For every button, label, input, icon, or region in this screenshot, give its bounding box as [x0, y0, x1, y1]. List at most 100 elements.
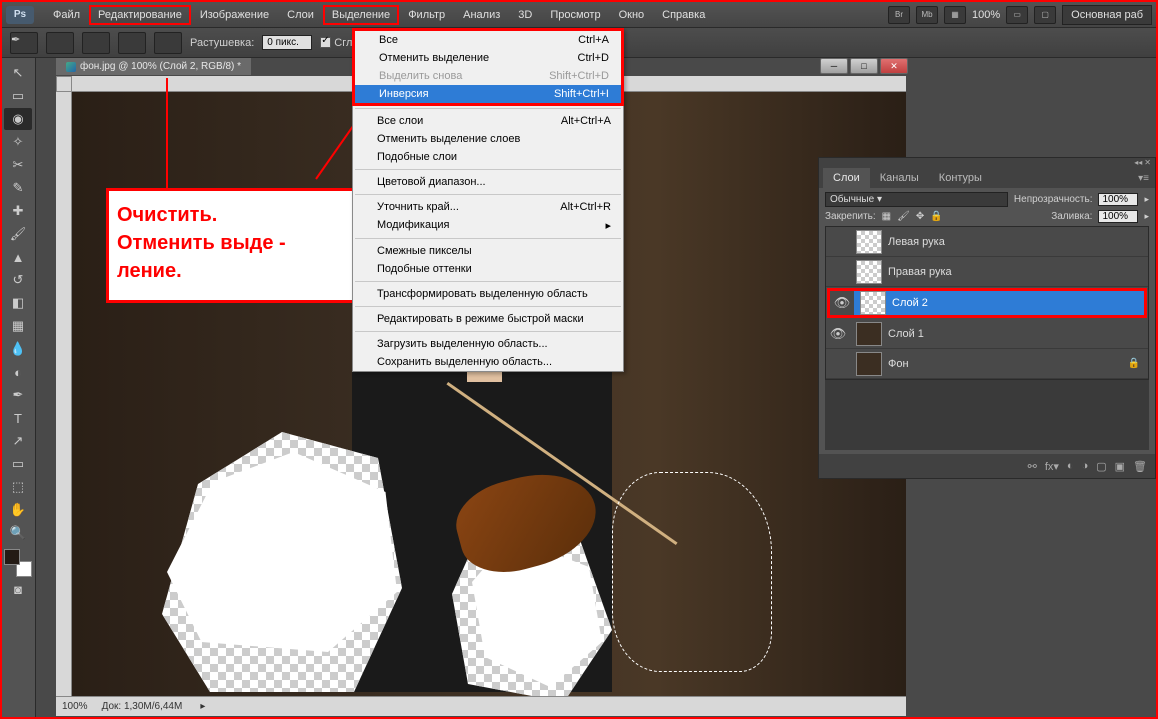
current-tool-icon[interactable]: ✒ [10, 32, 38, 54]
tab-paths[interactable]: Контуры [929, 168, 992, 188]
menu-item-редактировать-в-режиме-быстрой-маски[interactable]: Редактировать в режиме быстрой маски [353, 310, 623, 328]
path-tool-icon[interactable]: ↗ [4, 430, 32, 452]
workspace-switcher[interactable]: Основная раб [1062, 5, 1152, 25]
menu-item-загрузить-выделенную-область-[interactable]: Загрузить выделенную область... [353, 335, 623, 353]
menu-edit[interactable]: Редактирование [89, 5, 191, 25]
menu-item-все[interactable]: ВсеCtrl+A [355, 31, 621, 49]
color-swatches[interactable] [4, 549, 32, 577]
menu-item-все-слои[interactable]: Все слоиAlt+Ctrl+A [353, 112, 623, 130]
layer-row[interactable]: Левая рука [826, 227, 1148, 257]
view-extras-icon[interactable]: ▦ [944, 6, 966, 24]
menu-layers[interactable]: Слои [278, 5, 323, 25]
menu-item-модификация[interactable]: Модификация▸ [353, 216, 623, 235]
brush-tool-icon[interactable]: 🖌 [4, 223, 32, 245]
dodge-tool-icon[interactable]: ◐ [4, 361, 32, 383]
menu-view[interactable]: Просмотр [541, 5, 609, 25]
layer-thumbnail[interactable] [856, 322, 882, 346]
marquee-tool-icon[interactable]: ▭ [4, 85, 32, 107]
type-tool-icon[interactable]: T [4, 407, 32, 429]
blend-mode-select[interactable]: Обычные ▾ [825, 192, 1008, 207]
layer-name[interactable]: Фон [888, 358, 909, 370]
antialias-checkbox[interactable] [320, 37, 331, 48]
gradient-tool-icon[interactable]: ▦ [4, 315, 32, 337]
menu-select[interactable]: Выделение [323, 5, 399, 25]
zoom-level[interactable]: 100% [972, 9, 1000, 21]
layer-visibility-icon[interactable]: 👁 [830, 295, 854, 311]
adjustment-layer-icon[interactable]: ◑ [1082, 460, 1089, 472]
lock-transparency-icon[interactable]: ▦ [882, 211, 891, 222]
window-close-icon[interactable]: ✕ [880, 58, 908, 74]
lock-position-icon[interactable]: ✥ [916, 211, 924, 222]
menu-item-отменить-выделение[interactable]: Отменить выделениеCtrl+D [355, 49, 621, 67]
status-zoom[interactable]: 100% [62, 701, 88, 712]
bridge-icon[interactable]: Br [888, 6, 910, 24]
opacity-input[interactable]: 100% [1098, 193, 1138, 206]
layer-group-icon[interactable]: ▢ [1096, 460, 1106, 473]
link-layers-icon[interactable]: ⚯ [1028, 460, 1037, 473]
quickmask-icon[interactable]: ◙ [4, 578, 32, 600]
menu-item-подобные-оттенки[interactable]: Подобные оттенки [353, 260, 623, 278]
lasso-tool-icon[interactable]: ◉ [4, 108, 32, 130]
menu-item-цветовой-диапазон-[interactable]: Цветовой диапазон... [353, 173, 623, 191]
menu-item-трансформировать-выделенную-область[interactable]: Трансформировать выделенную область [353, 285, 623, 303]
delete-layer-icon[interactable]: 🗑 [1133, 460, 1147, 473]
lock-all-icon[interactable]: 🔒 [930, 211, 942, 222]
wand-tool-icon[interactable]: ✧ [4, 131, 32, 153]
layer-fx-icon[interactable]: fx▾ [1045, 460, 1059, 473]
layer-name[interactable]: Левая рука [888, 236, 945, 248]
menu-item-смежные-пикселы[interactable]: Смежные пикселы [353, 242, 623, 260]
panel-collapse-icon[interactable]: ◂◂ [1134, 158, 1142, 167]
fill-input[interactable]: 100% [1098, 210, 1138, 223]
window-minimize-icon[interactable]: ─ [820, 58, 848, 74]
layer-row[interactable]: Правая рука [826, 257, 1148, 287]
layer-name[interactable]: Слой 2 [892, 297, 928, 309]
menu-item-уточнить-край-[interactable]: Уточнить край...Alt+Ctrl+R [353, 198, 623, 216]
pen-tool-icon[interactable]: ✒ [4, 384, 32, 406]
layer-thumbnail[interactable] [860, 291, 886, 315]
menu-window[interactable]: Окно [610, 5, 654, 25]
hand-tool-icon[interactable]: ✋ [4, 499, 32, 521]
stamp-tool-icon[interactable]: ▲ [4, 246, 32, 268]
shape-tool-icon[interactable]: ▭ [4, 453, 32, 475]
menu-image[interactable]: Изображение [191, 5, 278, 25]
layer-row[interactable]: Фон🔒 [826, 349, 1148, 379]
minibridge-icon[interactable]: Mb [916, 6, 938, 24]
feather-input[interactable]: 0 пикс. [262, 35, 312, 50]
lock-image-icon[interactable]: 🖌 [897, 211, 910, 222]
selection-mode-add-icon[interactable] [82, 32, 110, 54]
history-brush-tool-icon[interactable]: ↺ [4, 269, 32, 291]
arrange-icon[interactable]: ▭ [1006, 6, 1028, 24]
layer-mask-icon[interactable]: ◐ [1067, 460, 1074, 472]
menu-help[interactable]: Справка [653, 5, 714, 25]
menu-item-подобные-слои[interactable]: Подобные слои [353, 148, 623, 166]
layer-visibility-icon[interactable]: 👁 [826, 326, 850, 342]
crop-tool-icon[interactable]: ✂ [4, 154, 32, 176]
panel-close-icon[interactable]: ✕ [1144, 158, 1151, 167]
tab-channels[interactable]: Каналы [870, 168, 929, 188]
document-tab[interactable]: фон.jpg @ 100% (Слой 2, RGB/8) * [56, 58, 251, 75]
layer-name[interactable]: Слой 1 [888, 328, 924, 340]
zoom-tool-icon[interactable]: 🔍 [4, 522, 32, 544]
eyedropper-tool-icon[interactable]: ✎ [4, 177, 32, 199]
layer-thumbnail[interactable] [856, 260, 882, 284]
layer-row[interactable]: 👁 Слой 2 [827, 288, 1147, 318]
selection-mode-intersect-icon[interactable] [154, 32, 182, 54]
menu-item-отменить-выделение-слоев[interactable]: Отменить выделение слоев [353, 130, 623, 148]
menu-analysis[interactable]: Анализ [454, 5, 509, 25]
selection-mode-subtract-icon[interactable] [118, 32, 146, 54]
3d-tool-icon[interactable]: ⬚ [4, 476, 32, 498]
ruler-origin[interactable] [56, 76, 72, 92]
screen-mode-icon[interactable]: ▢ [1034, 6, 1056, 24]
blur-tool-icon[interactable]: 💧 [4, 338, 32, 360]
move-tool-icon[interactable]: ↖ [4, 62, 32, 84]
layer-thumbnail[interactable] [856, 352, 882, 376]
eraser-tool-icon[interactable]: ◧ [4, 292, 32, 314]
menu-filter[interactable]: Фильтр [399, 5, 454, 25]
menu-3d[interactable]: 3D [509, 5, 541, 25]
layer-row[interactable]: 👁 Слой 1 [826, 319, 1148, 349]
layer-name[interactable]: Правая рука [888, 266, 952, 278]
menu-file[interactable]: Файл [44, 5, 89, 25]
menu-item-сохранить-выделенную-область-[interactable]: Сохранить выделенную область... [353, 353, 623, 371]
new-layer-icon[interactable]: ▣ [1115, 460, 1125, 473]
tab-layers[interactable]: Слои [823, 168, 870, 188]
